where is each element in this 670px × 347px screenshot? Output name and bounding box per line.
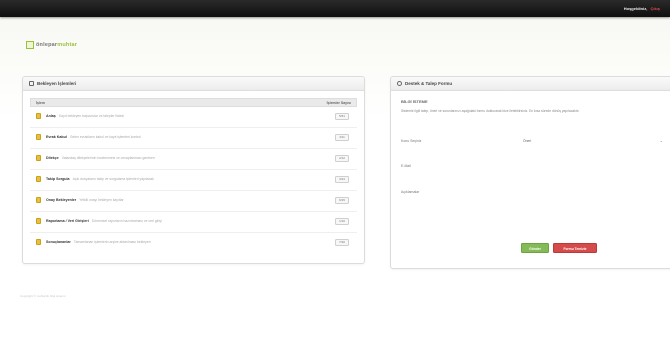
subject-select[interactable]: Öneri ⌄ [513,137,665,145]
task-description: Kayıt bekleyen başvurular ve talepler li… [58,114,124,118]
list-icon [29,81,34,86]
subject-select-value: Öneri [523,139,532,143]
folder-icon [36,218,41,224]
task-name[interactable]: Onay Bekleyenler [46,198,76,202]
task-count-button[interactable]: 7/20 [335,239,349,246]
task-count-button[interactable]: 3/24 [335,176,349,183]
submit-button[interactable]: Gönder [521,243,549,253]
panel-title: Bekleyen İşlemleri [37,81,77,86]
chevron-down-icon: ⌄ [659,138,663,143]
task-description: Açık dosyaların takip ve sorgulama işlem… [72,177,154,181]
table-header: İşlem İşlemler Sayısı [30,98,357,107]
task-name[interactable]: Dilekçe [46,156,59,160]
panel-title: Destek & Talep Formu [405,81,453,86]
app-logo[interactable]: önleparmuhtar [26,40,77,50]
form-description: Sistemle ilgili talep, öneri ve sorunlar… [401,109,580,113]
task-description: Tamamlanan işlemlerin arşive aktarılması… [73,240,151,244]
form-title: BİLGİ İSTEME [401,99,428,104]
user-area: Hoşgeldiniz, Çıkış [624,6,660,11]
logo-mark-icon [26,41,34,49]
task-description: Dönemsel raporların hazırlanması ve veri… [91,219,162,223]
task-description: Gelen evrakların kabul ve kayıt işlemler… [69,135,141,139]
footer-copyright: Copyright © muhtarlık bilgi sistemi [20,294,66,298]
table-row[interactable]: Anlaş Kayıt bekleyen başvurular ve talep… [30,107,357,128]
task-count-button[interactable]: 2/12 [335,155,349,162]
support-form-panel: Destek & Talep Formu BİLGİ İSTEME Sistem… [390,76,670,269]
task-name[interactable]: Evrak Kabul [46,135,67,139]
task-name[interactable]: Anlaş [46,114,56,118]
email-field[interactable] [513,162,665,170]
column-header-count: İşlemler Sayısı [326,100,351,105]
logo-text: önleparmuhtar [36,42,78,48]
folder-icon [36,197,41,203]
folder-icon [36,155,41,161]
table-row[interactable]: Onay Bekleyenler Yetkili onayı bekleyen … [30,191,357,212]
task-count-button[interactable]: 5/51 [335,113,349,120]
pending-tasks-panel: Bekleyen İşlemleri İşlem İşlemler Sayısı… [22,76,365,264]
description-label: Açıklamalar [401,190,420,194]
task-list: Anlaş Kayıt bekleyen başvurular ve talep… [30,107,357,254]
table-row[interactable]: Evrak Kabul Gelen evrakların kabul ve ka… [30,128,357,149]
email-label: E-Mail [401,164,411,168]
column-header-name: İşlem [36,100,45,105]
task-name[interactable]: Takip Sorgula [46,177,70,181]
support-form-header: Destek & Talep Formu [391,77,670,91]
clock-icon [397,81,402,86]
folder-icon [36,113,41,119]
task-name[interactable]: Sonuçlananlar [46,240,71,244]
table-row[interactable]: Takip Sorgula Açık dosyaların takip ve s… [30,170,357,191]
logout-link[interactable]: Çıkış [650,6,660,11]
table-row[interactable]: Dilekçe Vatandaş dilekçelerinin incelenm… [30,149,357,170]
table-row[interactable]: Sonuçlananlar Tamamlanan işlemlerin arşi… [30,233,357,254]
task-name[interactable]: Raporlama / Veri Girişleri [46,219,89,223]
pending-tasks-header: Bekleyen İşlemleri [23,77,364,91]
table-row[interactable]: Raporlama / Veri Girişleri Dönemsel rapo… [30,212,357,233]
task-description: Yetkili onayı bekleyen kayıtlar [79,198,124,202]
task-count-button[interactable]: 1/10 [335,218,349,225]
subject-label: Konu Seçiniz [401,139,422,143]
welcome-text: Hoşgeldiniz, [623,6,648,11]
task-count-button[interactable]: 4/11 [335,134,349,141]
task-count-button[interactable]: 6/15 [335,197,349,204]
top-navigation-bar: Hoşgeldiniz, Çıkış [0,0,670,17]
clear-form-button[interactable]: Formu Temizle [553,243,597,253]
task-description: Vatandaş dilekçelerinin incelenmesi ve c… [61,156,155,160]
folder-icon [36,176,41,182]
folder-icon [36,239,41,245]
folder-icon [36,134,41,140]
description-field[interactable] [513,188,665,196]
